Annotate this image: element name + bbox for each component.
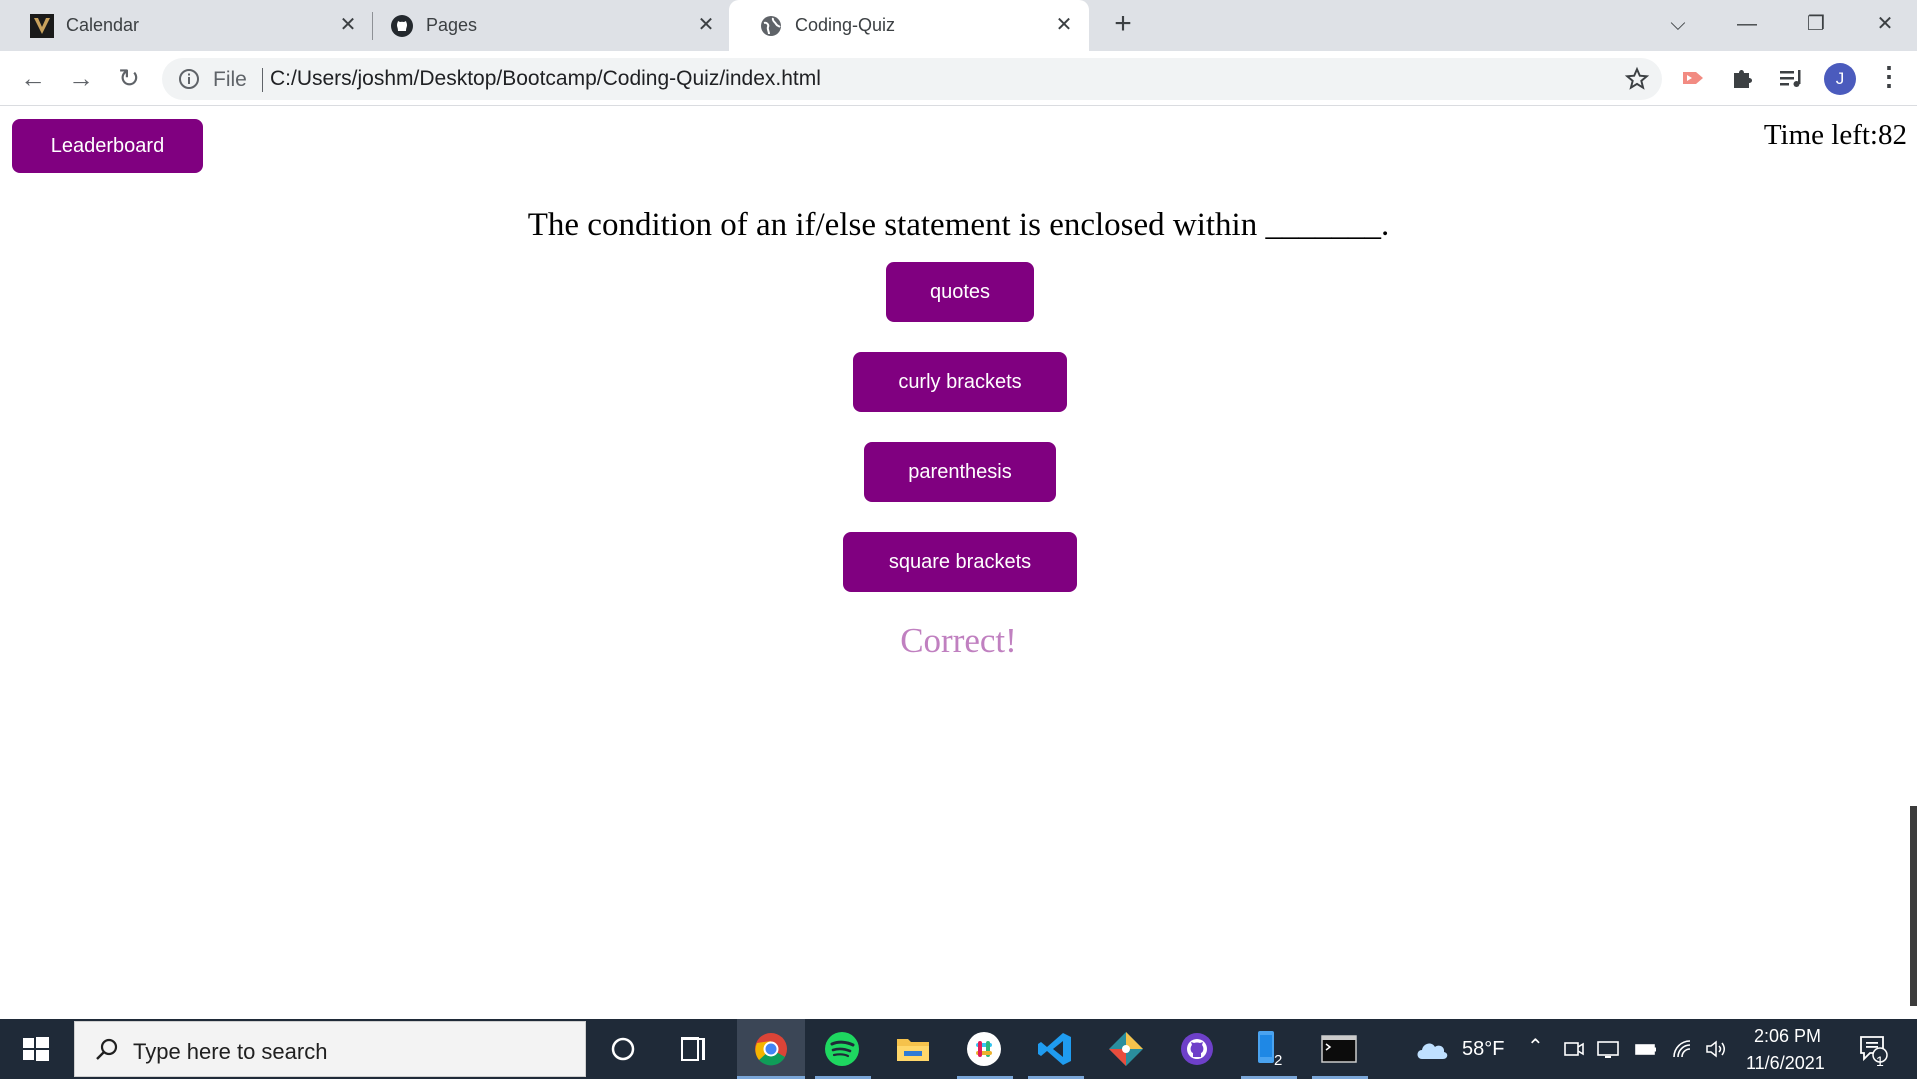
taskbar-clock-time[interactable]: 2:06 PM [1754,1026,1821,1047]
gitkraken-icon[interactable] [1104,1027,1148,1071]
search-icon [96,1038,118,1060]
battery-icon[interactable] [1634,1037,1658,1061]
reload-icon[interactable]: ↻ [112,62,146,96]
back-arrow-icon[interactable]: ← [16,62,50,96]
tab-calendar[interactable]: Calendar ✕ [0,0,360,51]
profile-avatar[interactable]: J [1824,63,1856,95]
windows-taskbar: Type here to search 2 58°F ⌃ 2:06 PM 11/… [0,1019,1917,1079]
phone-link-icon[interactable] [1246,1027,1290,1071]
volume-icon[interactable] [1704,1037,1728,1061]
tab-title: Coding-Quiz [795,15,896,35]
notification-count-badge: 1 [1876,1053,1884,1069]
tab-close-icon[interactable]: ✕ [336,13,360,37]
file-explorer-icon[interactable] [891,1027,935,1071]
tab-title: Calendar [66,15,140,35]
taskbar-search-box[interactable]: Type here to search [74,1021,586,1077]
globe-icon [761,16,781,36]
wifi-icon[interactable] [1670,1037,1694,1061]
tab-title: Pages [426,15,478,35]
question-text: The condition of an if/else statement is… [527,207,1390,243]
tab-pages[interactable]: Pages ✕ [360,0,730,51]
github-desktop-icon[interactable] [1175,1027,1219,1071]
display-settings-icon[interactable] [1596,1037,1620,1061]
search-placeholder: Type here to search [133,1039,328,1064]
quiz-page: Leaderboard Time left:82 The condition o… [0,107,1917,1019]
slack-icon[interactable] [962,1027,1006,1071]
answer-button-parenthesis[interactable]: parenthesis [864,442,1056,502]
browser-tab-strip: Calendar ✕ Pages ✕ Coding-Quiz ✕ + ⌵ — ❐… [0,0,1917,51]
github-icon [391,15,413,37]
answer-button-square-brackets[interactable]: square brackets [843,532,1077,592]
taskbar-clock-date[interactable]: 11/6/2021 [1746,1053,1825,1074]
meet-now-icon[interactable] [1562,1037,1586,1061]
tab-close-icon[interactable]: ✕ [694,13,718,37]
media-control-icon[interactable] [1776,63,1806,93]
new-tab-button[interactable]: + [1108,9,1138,40]
tab-coding-quiz[interactable]: Coding-Quiz ✕ [729,0,1089,51]
spotify-icon[interactable] [820,1027,864,1071]
bookmark-star-icon[interactable] [1624,66,1650,92]
tab-close-icon[interactable]: ✕ [1052,13,1076,37]
forward-arrow-icon[interactable]: → [64,62,98,96]
scrollbar-thumb[interactable] [1910,806,1917,1006]
answer-button-curly-brackets[interactable]: curly brackets [853,352,1067,412]
url-divider [262,68,263,92]
minimize-icon[interactable]: — [1727,6,1767,42]
url-text[interactable]: C:/Users/joshm/Desktop/Bootcamp/Coding-Q… [270,67,821,91]
app-window-count-badge: 2 [1274,1052,1283,1069]
vanderbilt-logo-icon [30,14,54,38]
close-window-icon[interactable]: ✕ [1865,6,1905,42]
task-view-icon[interactable] [673,1027,717,1071]
browser-toolbar: ← → ↻ File C:/Users/joshm/Desktop/Bootca… [0,51,1917,106]
leaderboard-button[interactable]: Leaderboard [12,119,203,173]
restore-icon[interactable]: ❐ [1796,6,1836,42]
extensions-puzzle-icon[interactable] [1728,63,1758,93]
tab-search-chevron-icon[interactable]: ⌵ [1658,6,1698,42]
vscode-icon[interactable] [1033,1027,1077,1071]
screen: Calendar ✕ Pages ✕ Coding-Quiz ✕ + ⌵ — ❐… [0,0,1917,1079]
address-bar[interactable]: File C:/Users/joshm/Desktop/Bootcamp/Cod… [162,58,1662,100]
time-left-label: Time left:82 [1763,119,1907,151]
answer-feedback: Correct! [900,621,1017,660]
chrome-icon[interactable] [749,1027,793,1071]
screencastify-extension-icon[interactable] [1678,63,1708,93]
url-scheme-label: File [213,68,247,91]
weather-cloud-icon[interactable] [1414,1035,1450,1063]
more-options-icon[interactable]: ⋮ [1876,63,1902,93]
info-icon[interactable] [178,68,200,90]
weather-temperature[interactable]: 58°F [1462,1038,1504,1061]
terminal-icon[interactable] [1317,1027,1361,1071]
show-hidden-icons-chevron-icon[interactable]: ⌃ [1527,1034,1544,1059]
answer-button-quotes[interactable]: quotes [886,262,1034,322]
cortana-icon[interactable] [601,1027,645,1071]
windows-start-icon[interactable] [0,1019,72,1079]
